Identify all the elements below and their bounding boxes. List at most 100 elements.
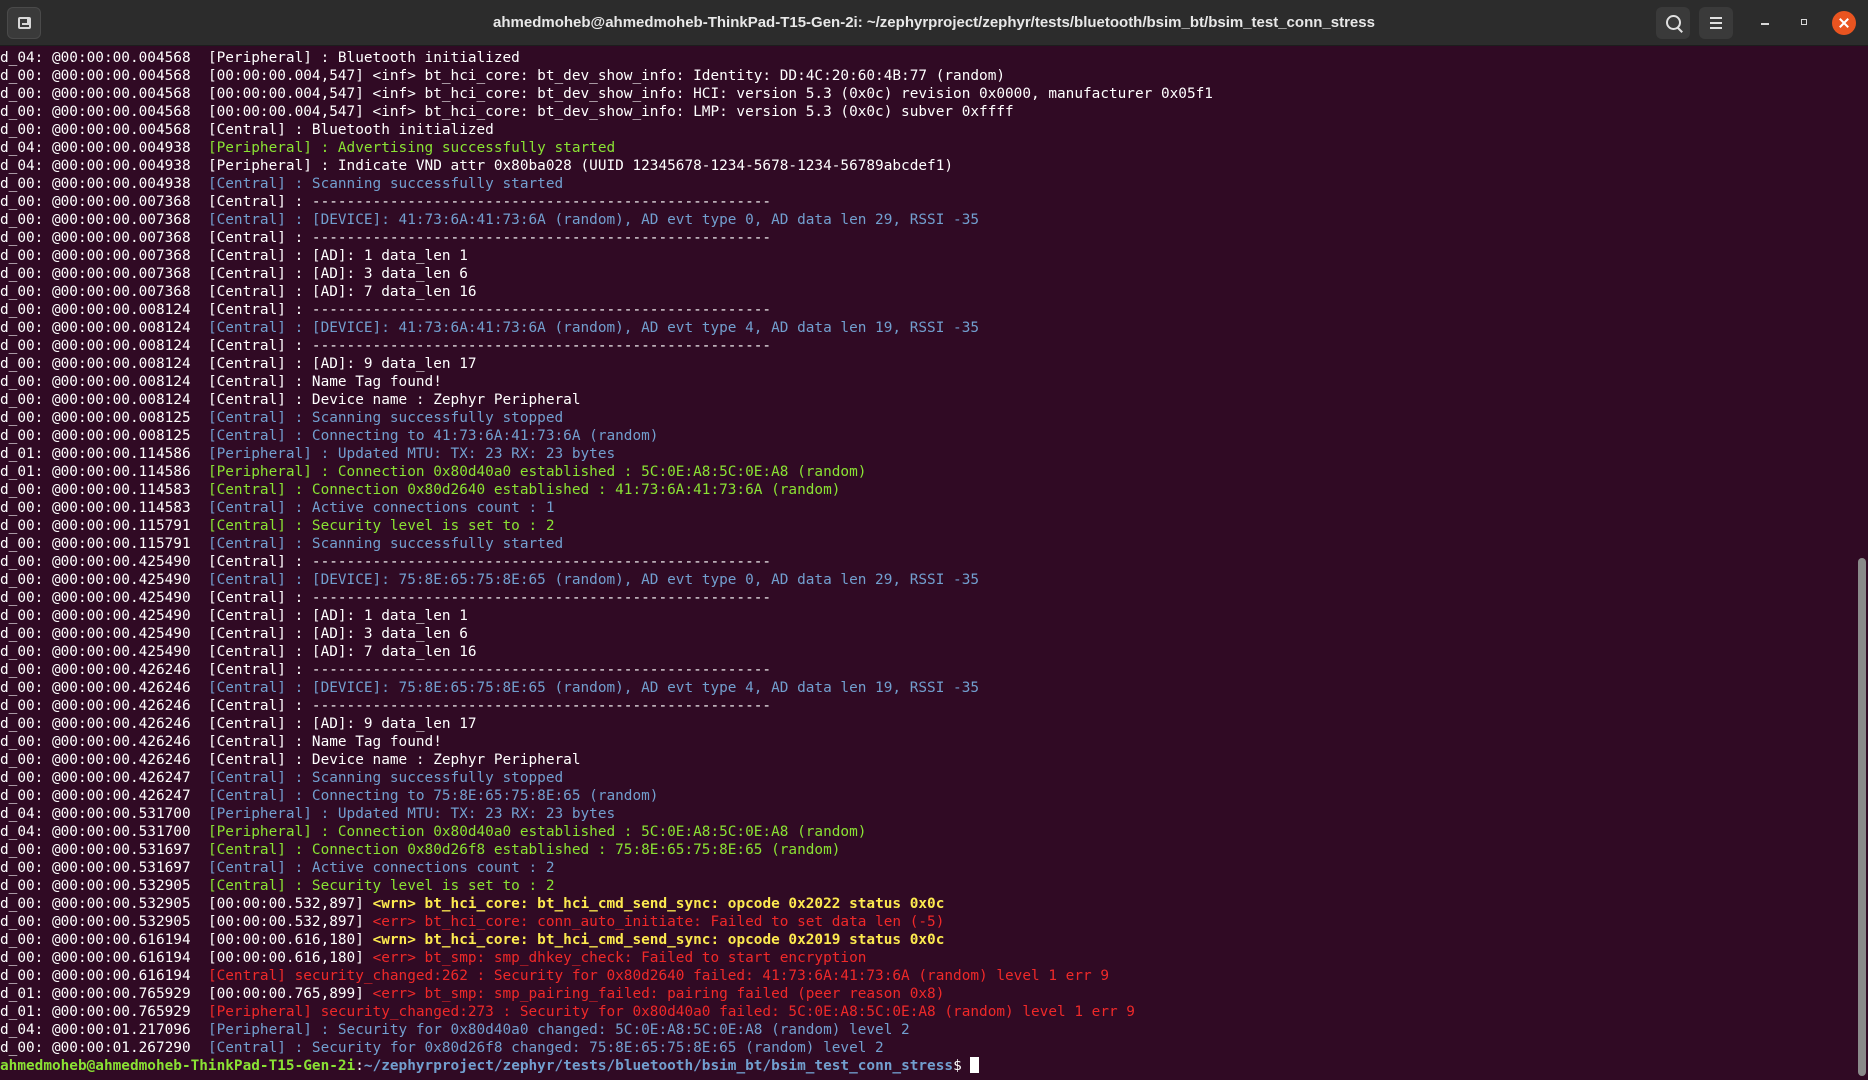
terminal-line: d_00: @00:00:00.532905 [00:00:00.532,897… [0,895,1856,913]
line-message: [Central] : Security level is set to : 2 [207,518,555,534]
terminal-line: d_00: @00:00:00.532905 [Central] : Secur… [0,877,1856,895]
scrollbar-thumb[interactable] [1858,558,1866,1076]
terminal-line: d_01: @00:00:00.765929 [00:00:00.765,899… [0,985,1856,1003]
terminal-line: d_04: @00:00:00.004938 [Peripheral] : In… [0,157,1856,175]
terminal-line: d_04: @00:00:01.217096 [Peripheral] : Se… [0,1021,1856,1039]
line-timestamp: d_00: @00:00:00.425490 [0,644,208,660]
terminal-line: d_00: @00:00:00.008124 [Central] : [AD]:… [0,355,1856,373]
line-timestamp: d_00: @00:00:00.008124 [0,302,208,318]
line-timestamp: d_00: @00:00:00.008124 [0,374,208,390]
line-message: [Peripheral] : Bluetooth initialized [207,50,520,66]
line-timestamp: d_00: @00:00:00.616194 [0,968,208,984]
terminal-line: d_00: @00:00:00.004568 [00:00:00.004,547… [0,103,1856,121]
line-message: [Central] : Scanning successfully starte… [207,176,564,192]
text-cursor [970,1057,980,1073]
close-button[interactable] [1832,11,1856,35]
terminal-line: d_04: @00:00:00.004568 [Peripheral] : Bl… [0,49,1856,67]
terminal-line: d_01: @00:00:00.114586 [Peripheral] : Co… [0,463,1856,481]
line-timestamp: d_00: @00:00:00.008125 [0,410,208,426]
line-message: [Peripheral] : Connection 0x80d40a0 esta… [207,824,867,840]
line-message: [Central] : ----------------------------… [207,554,772,570]
line-timestamp: d_00: @00:00:00.007368 [0,194,208,210]
line-timestamp: d_00: @00:00:00.531697 [0,842,208,858]
terminal-line: d_00: @00:00:00.008124 [Central] : -----… [0,337,1856,355]
terminal-line: d_00: @00:00:00.531697 [Central] : Conne… [0,841,1856,859]
terminal-line: d_00: @00:00:00.426247 [Central] : Scann… [0,769,1856,787]
terminal-line: d_00: @00:00:00.008124 [Central] : -----… [0,301,1856,319]
line-message: [Central] : ----------------------------… [207,302,772,318]
line-message: [Central] : [AD]: 9 data_len 17 [207,716,477,732]
line-timestamp: d_00: @00:00:00.004938 [0,176,208,192]
line-message: [Central] : [DEVICE]: 41:73:6A:41:73:6A … [207,212,980,228]
line-message: [00:00:00.004,547] <inf> bt_hci_core: bt… [207,68,1006,84]
shell-prompt[interactable]: ahmedmoheb@ahmedmoheb-ThinkPad-T15-Gen-2… [0,1057,1856,1075]
prompt-path: ~/zephyrproject/zephyr/tests/bluetooth/b… [363,1058,954,1074]
search-button[interactable] [1656,7,1690,39]
line-message: [Central] : Connecting to 41:73:6A:41:73… [207,428,659,444]
line-message: [Central] : ----------------------------… [207,338,772,354]
line-timestamp: d_00: @00:00:00.616194 [0,950,208,966]
line-timestamp: d_00: @00:00:00.115791 [0,536,208,552]
line-message: [Central] : Active connections count : 2 [207,860,555,876]
terminal-line: d_00: @00:00:00.007368 [Central] : -----… [0,229,1856,247]
line-timestamp: d_00: @00:00:00.532905 [0,914,208,930]
line-timestamp: d_01: @00:00:00.114586 [0,464,208,480]
title-bar[interactable]: ahmedmoheb@ahmedmoheb-ThinkPad-T15-Gen-2… [0,0,1868,46]
window-title: ahmedmoheb@ahmedmoheb-ThinkPad-T15-Gen-2… [493,14,1375,31]
terminal-line: d_04: @00:00:00.531700 [Peripheral] : Co… [0,823,1856,841]
line-message: [Central] : ----------------------------… [207,590,772,606]
line-message: [Central] : ----------------------------… [207,698,772,714]
terminal-line: d_00: @00:00:00.425490 [Central] : [AD]:… [0,607,1856,625]
terminal-output[interactable]: d_04: @00:00:00.004568 [Peripheral] : Bl… [0,49,1856,1080]
terminal-line: d_00: @00:00:01.267290 [Central] : Secur… [0,1039,1856,1057]
line-message: [Central] : Active connections count : 1 [207,500,555,516]
line-message: [Central] : [AD]: 9 data_len 17 [207,356,477,372]
line-log-timestamp: [00:00:00.532,897] [207,914,373,930]
terminal-line: d_00: @00:00:00.008124 [Central] : [DEVI… [0,319,1856,337]
line-timestamp: d_00: @00:00:00.425490 [0,590,208,606]
line-message: <wrn> bt_hci_core: bt_hci_cmd_send_sync:… [372,932,945,948]
line-message: <err> bt_smp: smp_pairing_failed: pairin… [372,986,945,1002]
line-timestamp: d_00: @00:00:00.004568 [0,86,208,102]
terminal-line: d_04: @00:00:00.531700 [Peripheral] : Up… [0,805,1856,823]
line-timestamp: d_00: @00:00:00.007368 [0,284,208,300]
line-timestamp: d_04: @00:00:00.004568 [0,50,208,66]
line-timestamp: d_00: @00:00:00.008124 [0,338,208,354]
line-timestamp: d_00: @00:00:00.426246 [0,734,208,750]
line-timestamp: d_04: @00:00:00.004938 [0,158,208,174]
line-message: [Central] : [AD]: 1 data_len 1 [207,608,468,624]
line-timestamp: d_01: @00:00:00.114586 [0,446,208,462]
terminal-line: d_00: @00:00:00.425490 [Central] : [AD]:… [0,643,1856,661]
terminal-line: d_00: @00:00:00.616194 [Central] securit… [0,967,1856,985]
terminal-line: d_00: @00:00:00.425490 [Central] : -----… [0,589,1856,607]
line-timestamp: d_04: @00:00:00.004938 [0,140,208,156]
line-message: [Central] : Connection 0x80d2640 establi… [207,482,841,498]
terminal-line: d_00: @00:00:00.426246 [Central] : Name … [0,733,1856,751]
terminal-line: d_00: @00:00:00.426246 [Central] : -----… [0,661,1856,679]
line-message: <err> bt_hci_core: conn_auto_initiate: F… [372,914,945,930]
menu-button[interactable] [1699,7,1733,39]
terminal-line: d_00: @00:00:00.007368 [Central] : [DEVI… [0,211,1856,229]
line-timestamp: d_00: @00:00:00.004568 [0,122,208,138]
line-message: [Peripheral] : Updated MTU: TX: 23 RX: 2… [207,806,616,822]
line-timestamp: d_00: @00:00:00.426246 [0,752,208,768]
line-timestamp: d_00: @00:00:00.008124 [0,320,208,336]
line-message: [00:00:00.004,547] <inf> bt_hci_core: bt… [207,86,1213,102]
line-message: [Central] : ----------------------------… [207,662,772,678]
terminal-line: d_00: @00:00:00.004568 [00:00:00.004,547… [0,67,1856,85]
line-message: [Central] : Connection 0x80d26f8 establi… [207,842,841,858]
line-timestamp: d_00: @00:00:00.426246 [0,680,208,696]
line-message: [Central] : [DEVICE]: 41:73:6A:41:73:6A … [207,320,980,336]
line-message: [Peripheral] : Updated MTU: TX: 23 RX: 2… [207,446,616,462]
maximize-button[interactable] [1793,11,1817,35]
line-timestamp: d_04: @00:00:00.531700 [0,824,208,840]
line-log-timestamp: [00:00:00.532,897] [207,896,373,912]
terminal-line: d_00: @00:00:00.425490 [Central] : -----… [0,553,1856,571]
terminal-line: d_00: @00:00:00.426246 [Central] : -----… [0,697,1856,715]
terminal-line: d_00: @00:00:00.616194 [00:00:00.616,180… [0,931,1856,949]
line-timestamp: d_00: @00:00:00.007368 [0,248,208,264]
line-timestamp: d_00: @00:00:00.007368 [0,230,208,246]
prompt-symbol: $ [953,1058,971,1074]
line-timestamp: d_00: @00:00:00.426247 [0,788,208,804]
minimize-button[interactable] [1753,11,1777,35]
